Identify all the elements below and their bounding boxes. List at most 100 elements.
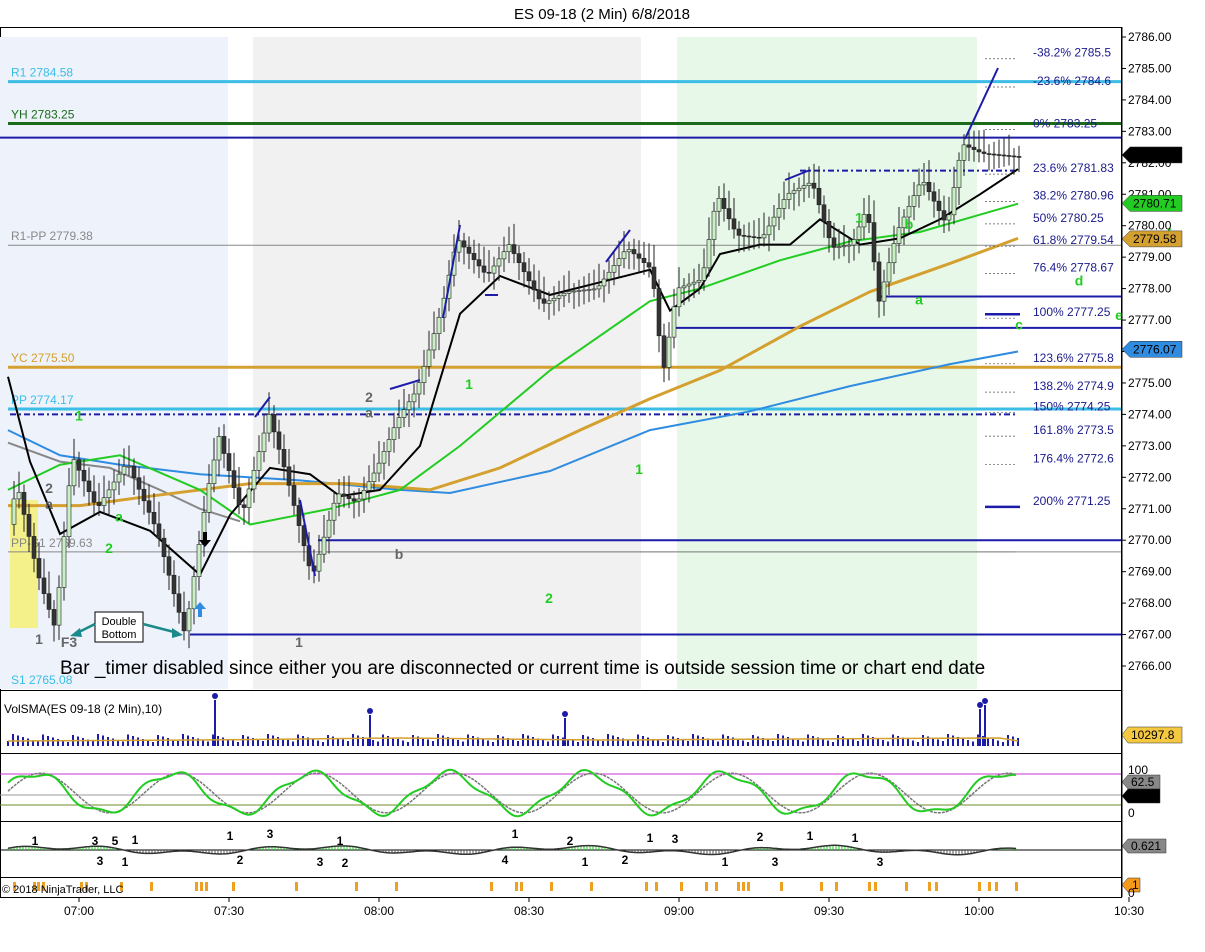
price-marker-label-3: 2776.07 — [1133, 342, 1177, 356]
candle-body — [236, 487, 242, 506]
candle-body — [546, 300, 552, 304]
candle-body — [911, 195, 917, 207]
tick-bar — [680, 882, 683, 891]
y-tick-label-11: 2775.00 — [1128, 376, 1172, 390]
x-tick-label-3: 08:30 — [514, 904, 544, 918]
candle-body — [881, 281, 887, 302]
candle-body — [81, 469, 87, 482]
stoch-marker-label-0: 62.5 — [1131, 775, 1155, 789]
x-tick-label-0: 07:00 — [64, 904, 94, 918]
candle-body — [281, 449, 287, 468]
candle-body — [586, 289, 592, 291]
y-tick-label-1: 2785.00 — [1128, 62, 1172, 76]
swing-label-12: 2 — [545, 590, 553, 606]
candle-body — [971, 146, 977, 150]
x-tick-label-4: 09:00 — [664, 904, 694, 918]
candle-body — [826, 220, 832, 239]
candle-body — [686, 283, 692, 287]
candle-body — [801, 185, 807, 189]
tick-bar — [935, 882, 938, 891]
volume-spike-dot-0 — [212, 693, 218, 699]
y-tick-label-19: 2767.00 — [1128, 628, 1172, 642]
tick-bar — [868, 882, 871, 891]
candle-body — [246, 488, 252, 508]
candle-body — [196, 544, 202, 577]
candle-body — [796, 187, 802, 192]
candle-body — [951, 187, 957, 216]
candle-body — [791, 190, 797, 194]
candle-body — [371, 472, 377, 483]
candle-body — [621, 251, 627, 259]
fib-label-9: 123.6% 2775.8 — [1033, 351, 1114, 365]
candle-body — [276, 431, 282, 450]
stoch-tick-1: 0 — [1128, 806, 1135, 820]
candle-body — [291, 485, 297, 506]
candle-body — [831, 237, 837, 248]
candle-body — [636, 253, 642, 259]
cycle-label-3: 1 — [132, 833, 139, 847]
candle-body — [841, 245, 847, 248]
tick-bar — [905, 882, 908, 891]
candle-body — [536, 289, 542, 300]
y-tick-label-12: 2774.00 — [1128, 407, 1172, 421]
candle-body — [876, 261, 882, 302]
candle-body — [576, 290, 582, 292]
candle-body — [781, 199, 787, 209]
candle-body — [606, 271, 612, 280]
swing-label-9: a — [365, 405, 373, 421]
candle-body — [991, 153, 997, 156]
candle-body — [1011, 155, 1017, 158]
tick-bar — [978, 882, 981, 891]
candle-body — [696, 279, 702, 283]
fib-label-6: 61.8% 2779.54 — [1033, 233, 1114, 247]
candle-body — [571, 290, 577, 293]
tick-bar — [835, 882, 838, 891]
cycle-label-18: 3 — [672, 832, 679, 846]
candle-body — [566, 291, 572, 294]
tick-bar — [874, 882, 877, 891]
candle-body — [511, 244, 517, 254]
tick-bar — [295, 882, 298, 891]
candle-body — [691, 281, 697, 285]
tick-bar — [655, 882, 658, 891]
candle-body — [891, 243, 897, 264]
candle-body — [36, 558, 42, 579]
candle-body — [1016, 156, 1022, 158]
candle-body — [266, 414, 272, 434]
candle-body — [556, 295, 562, 299]
candle-body — [541, 298, 547, 304]
tick-bar — [205, 882, 208, 891]
price-marker-label-1: 2780.71 — [1133, 196, 1177, 210]
tick-bar — [232, 882, 235, 891]
candle-body — [341, 493, 347, 497]
candle-body — [286, 466, 292, 486]
candle-body — [106, 489, 112, 499]
swing-label-0: 1 — [35, 631, 43, 647]
candle-body — [101, 497, 107, 506]
candle-body — [316, 553, 322, 572]
candle-body — [646, 262, 652, 268]
candle-body — [761, 234, 767, 239]
candle-body — [661, 335, 667, 368]
fib-label-14: 200% 2771.25 — [1033, 494, 1111, 508]
candle-body — [766, 225, 772, 236]
candle-body — [411, 393, 417, 403]
candle-body — [626, 249, 632, 253]
cycle-label-20: 2 — [757, 830, 764, 844]
double-bottom-line1: Double — [102, 616, 137, 628]
candle-body — [141, 488, 147, 502]
candle-body — [976, 149, 982, 153]
candle-body — [836, 246, 842, 248]
x-tick-label-1: 07:30 — [214, 904, 244, 918]
y-tick-label-8: 2778.00 — [1128, 282, 1172, 296]
candle-body — [166, 556, 172, 576]
volume-spike-dot-1 — [367, 708, 373, 714]
candle-body — [501, 251, 507, 260]
fib-label-1: -23.6% 2784.6 — [1033, 74, 1111, 88]
candle-body — [706, 239, 712, 269]
candle-body — [516, 253, 522, 263]
x-tick-label-6: 10:00 — [964, 904, 994, 918]
cycle-label-4: 1 — [227, 829, 234, 843]
candle-body — [61, 536, 67, 588]
candle-body — [361, 490, 367, 500]
